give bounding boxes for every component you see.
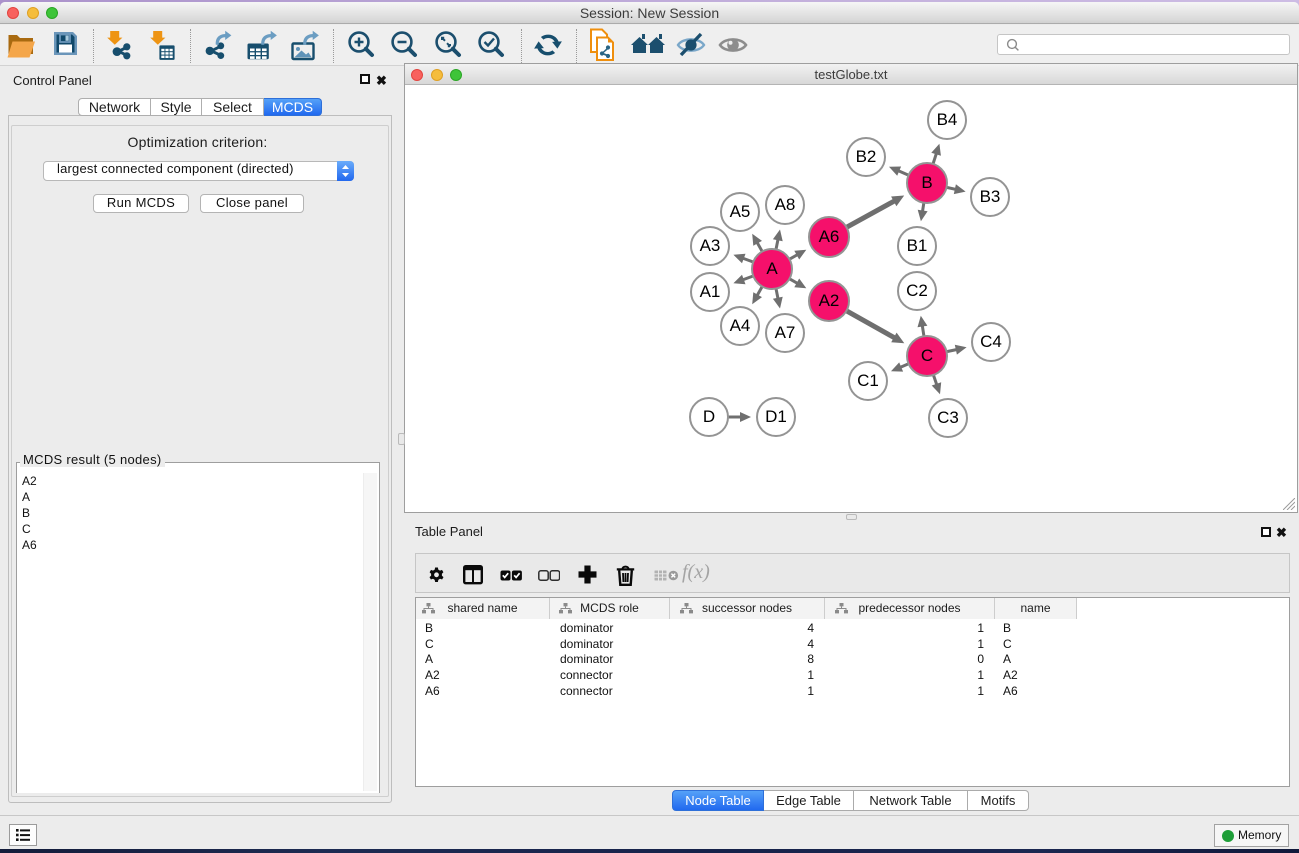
svg-text:A: A <box>766 259 778 278</box>
svg-text:B3: B3 <box>980 187 1001 206</box>
svg-text:A3: A3 <box>700 236 721 255</box>
svg-text:D: D <box>703 407 715 426</box>
svg-text:A1: A1 <box>700 282 721 301</box>
svg-text:A5: A5 <box>730 202 751 221</box>
svg-text:A2: A2 <box>819 291 840 310</box>
svg-text:D1: D1 <box>765 407 787 426</box>
svg-text:C: C <box>921 346 933 365</box>
svg-text:B4: B4 <box>937 110 958 129</box>
svg-text:C3: C3 <box>937 408 959 427</box>
svg-text:C2: C2 <box>906 281 928 300</box>
svg-text:A7: A7 <box>775 323 796 342</box>
svg-text:B2: B2 <box>856 147 877 166</box>
svg-text:A6: A6 <box>819 227 840 246</box>
svg-text:A4: A4 <box>730 316 751 335</box>
svg-text:B: B <box>921 173 932 192</box>
svg-text:A8: A8 <box>775 195 796 214</box>
svg-text:C1: C1 <box>857 371 879 390</box>
svg-text:B1: B1 <box>907 236 928 255</box>
svg-text:C4: C4 <box>980 332 1002 351</box>
